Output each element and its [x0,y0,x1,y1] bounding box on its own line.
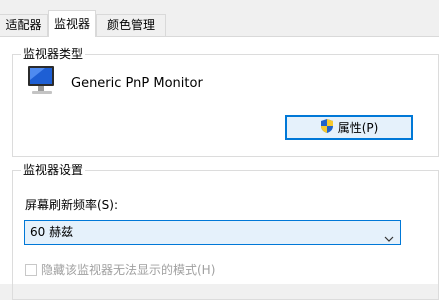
monitor-settings-group: 监视器设置 屏幕刷新频率(S): 60 赫兹 隐藏该监视器无法显示的模式(H) [12,162,439,300]
refresh-rate-value: 60 赫兹 [30,225,74,239]
properties-button-label: 属性(P) [337,121,379,135]
hide-modes-checkbox[interactable] [25,263,37,276]
monitor-settings-legend: 监视器设置 [21,162,86,178]
tab-strip: 适配器 监视器 颜色管理 [0,0,439,37]
refresh-rate-label: 屏幕刷新频率(S): [25,198,119,212]
uac-shield-icon [320,118,334,137]
monitor-icon [27,65,57,100]
hide-modes-label: 隐藏该监视器无法显示的模式(H) [41,263,216,277]
monitor-type-group: 监视器类型 Generic PnP Monitor 属性(P) [12,46,439,157]
tab-adapter[interactable]: 适配器 [0,14,48,36]
hide-modes-option: 隐藏该监视器无法显示的模式(H) [25,261,215,278]
properties-button[interactable]: 属性(P) [285,115,413,140]
chevron-down-icon [384,228,394,251]
tab-monitor[interactable]: 监视器 [48,10,96,37]
tab-panel-monitor: 监视器类型 Generic PnP Monitor 属性(P) 监视器设置 屏幕… [0,36,439,300]
tab-color-management[interactable]: 颜色管理 [96,14,166,36]
monitor-name: Generic PnP Monitor [71,76,203,91]
monitor-type-legend: 监视器类型 [21,46,86,62]
refresh-rate-select[interactable]: 60 赫兹 [24,220,401,245]
